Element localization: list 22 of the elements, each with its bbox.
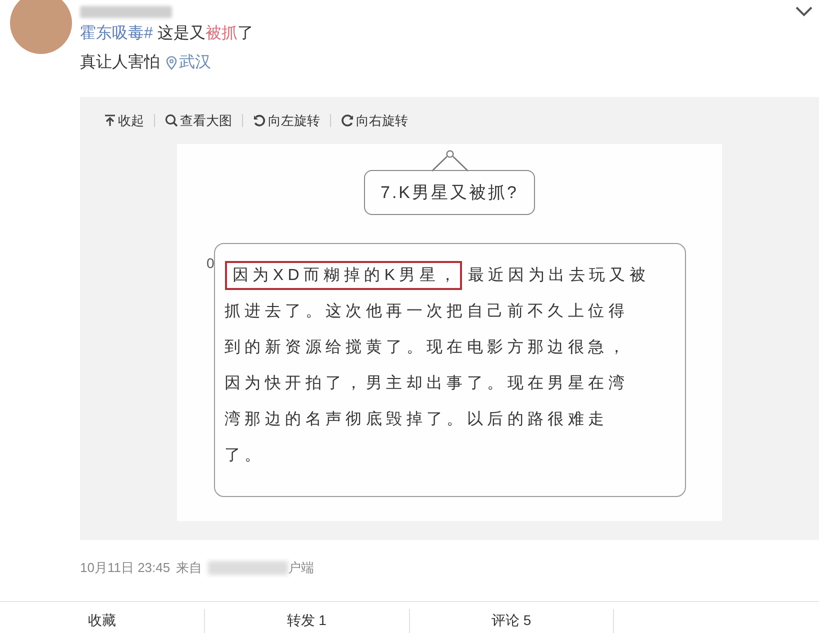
location-pin-icon: [166, 56, 177, 70]
post-time: 10月11日 23:45: [80, 559, 170, 577]
action-button[interactable]: 收藏: [0, 609, 205, 633]
post-text: 霍东吸毒# 这是又被抓了: [80, 24, 254, 44]
action-button[interactable]: 评论 5: [410, 609, 614, 633]
rotate-right-icon: [341, 114, 354, 127]
post-text: 真让人害怕: [80, 52, 160, 73]
search-icon: [165, 114, 178, 127]
chevron-down-icon[interactable]: [795, 6, 813, 17]
action-button[interactable]: 转发 1: [204, 609, 410, 633]
sign-title: 7.K男星又被抓?: [364, 170, 536, 215]
toolbar-button[interactable]: 收起: [104, 112, 144, 130]
article-paragraph: 因为XD而糊掉的K男星， 最近因为出去玩又被 抓进去了。这次他再一次把自己前不久上位得 到的新资源给搅黄了。现在电影方那边很急， 因为快开拍了，男主却出事了。现在男星在湾 湾那边的名声彻底毁掉了。以后的路很难走 了。: [220, 254, 650, 474]
collapse-icon: [104, 114, 116, 127]
source-text: 来自: [176, 559, 202, 577]
marker-text: 0: [206, 255, 214, 271]
toolbar-button[interactable]: 向右旋转: [341, 112, 408, 130]
location-link[interactable]: 武汉: [166, 52, 211, 73]
rotate-left-icon: [253, 114, 266, 127]
toolbar-button[interactable]: 向左旋转: [253, 112, 320, 130]
source-text: 户端: [288, 559, 314, 577]
toolbar-button[interactable]: 查看大图: [165, 112, 232, 130]
